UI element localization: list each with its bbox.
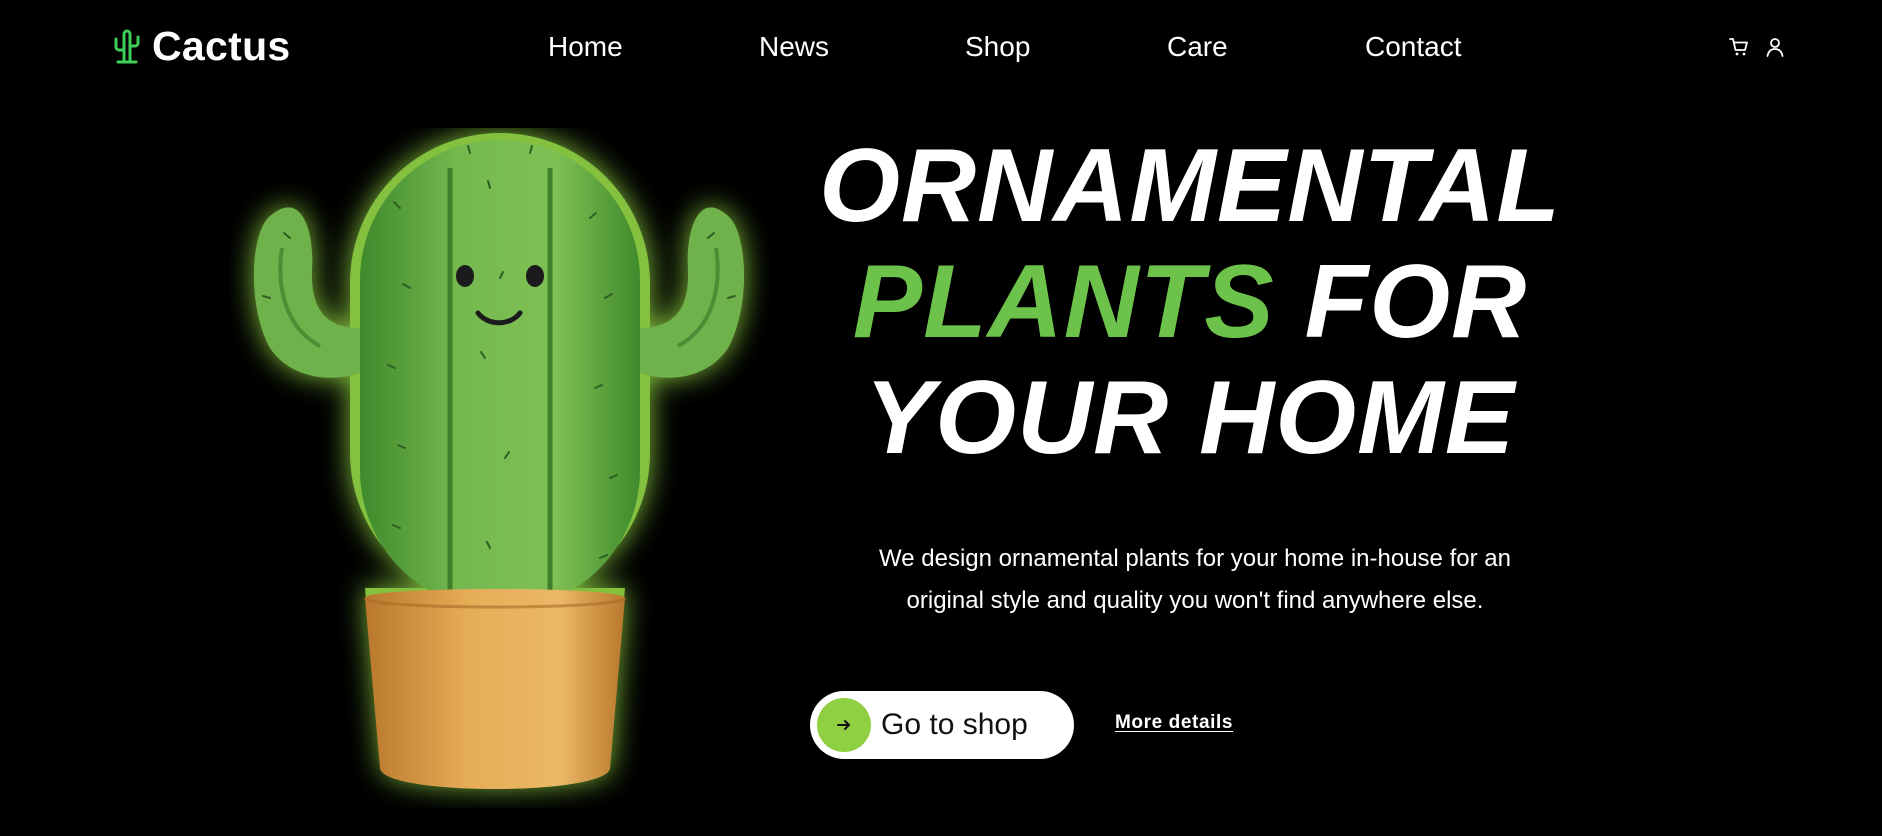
cactus-icon [112, 28, 142, 64]
nav-shop[interactable]: Shop [965, 30, 1030, 64]
nav-home[interactable]: Home [548, 30, 623, 64]
go-to-shop-button[interactable]: Go to shop [810, 691, 1074, 759]
hero-description-line-2: original style and quality you won't fin… [906, 587, 1484, 614]
arrow-right-icon [817, 698, 871, 752]
nav-care[interactable]: Care [1167, 30, 1228, 64]
hero-title-line-2-rest: FOR [1274, 244, 1528, 360]
cactus-illustration [230, 128, 770, 808]
hero-description-line-1: We design ornamental plants for your hom… [879, 545, 1511, 572]
hero-title-line-1: ORNAMENTAL [819, 128, 1561, 244]
cart-icon[interactable] [1728, 36, 1750, 58]
nav-contact[interactable]: Contact [1365, 30, 1462, 64]
hero-title-line-2: PLANTS FOR [760, 244, 1620, 360]
brand-name: Cactus [152, 22, 291, 69]
hero-description: We design ornamental plants for your hom… [830, 538, 1560, 622]
brand-logo[interactable]: Cactus [112, 22, 291, 70]
user-icon[interactable] [1764, 36, 1786, 58]
hero-title-accent: PLANTS [852, 244, 1275, 360]
hero-title: ORNAMENTAL PLANTS FOR YOUR HOME [760, 128, 1620, 476]
nav-news[interactable]: News [759, 30, 829, 64]
landing-page: Cactus Home News Shop Care Contact ORNAM… [0, 0, 1882, 836]
hero-title-line-3: YOUR HOME [864, 360, 1516, 476]
more-details-link[interactable]: More details [1115, 712, 1233, 734]
go-to-shop-label: Go to shop [881, 708, 1028, 741]
